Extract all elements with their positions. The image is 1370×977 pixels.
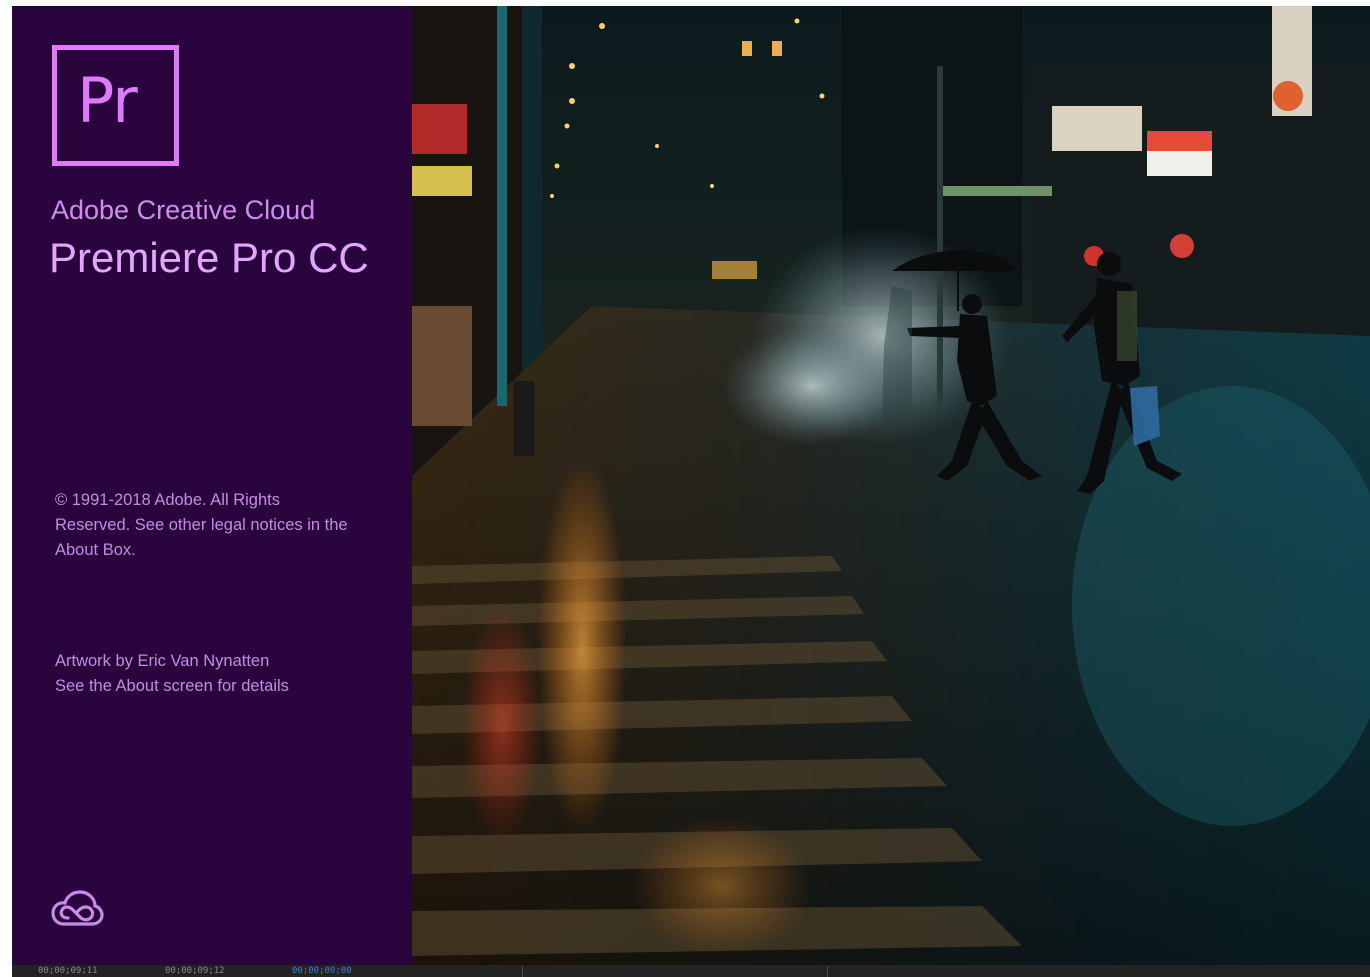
strip-divider: [827, 966, 828, 977]
artwork-credit: Artwork by Eric Van Nynatten See the Abo…: [55, 649, 375, 699]
timecode-playhead[interactable]: 00;00;00;00: [292, 965, 352, 977]
creative-cloud-icon: [51, 890, 104, 926]
splash-artwork-photo: [412, 6, 1370, 965]
timeline-timecode-strip: 00;00;09;11 00;00;09;12 00;00;00;00: [12, 965, 1370, 977]
product-name: Premiere Pro CC: [49, 234, 369, 281]
premiere-pro-app-icon: Pr: [52, 45, 179, 166]
copyright-notice: © 1991-2018 Adobe. All Rights Reserved. …: [55, 491, 348, 559]
splash-screen: Pr Adobe Creative Cloud Premiere Pro CC …: [12, 6, 1370, 965]
splash-info-panel: Pr Adobe Creative Cloud Premiere Pro CC …: [12, 6, 412, 965]
artwork-details-line: See the About screen for details: [55, 677, 289, 695]
artwork-credit-line: Artwork by Eric Van Nynatten: [55, 652, 270, 670]
strip-divider: [522, 966, 523, 977]
suite-name: Adobe Creative Cloud: [51, 195, 316, 225]
timecode-in: 00;00;09;11: [38, 966, 98, 976]
timecode-out: 00;00;09;12: [165, 966, 225, 976]
